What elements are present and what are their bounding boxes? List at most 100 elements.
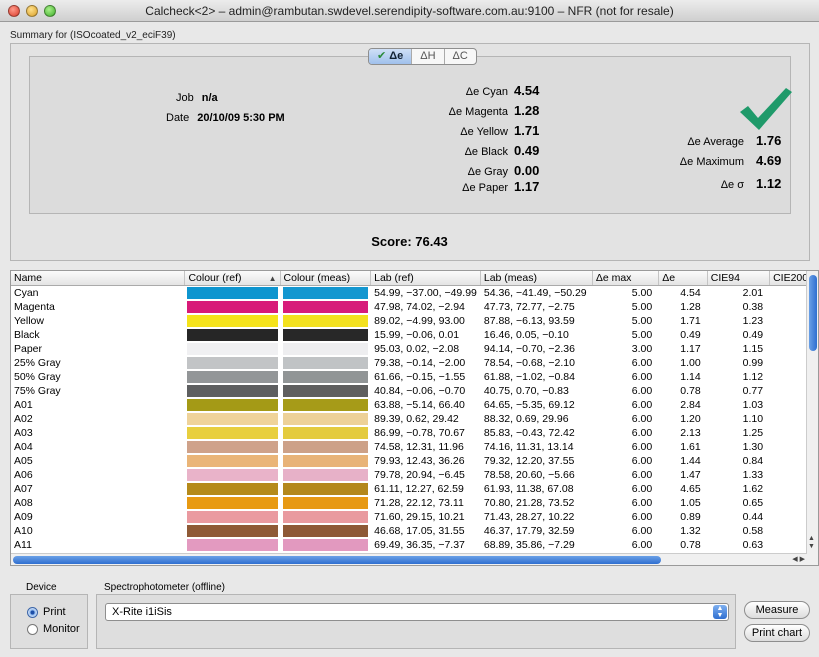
cell-de: 2.13: [680, 426, 701, 439]
measure-button[interactable]: Measure: [744, 601, 810, 619]
colour-swatch-cell: [280, 412, 371, 426]
cell-demax: 3.00: [631, 342, 653, 355]
radio-monitor[interactable]: Monitor: [27, 623, 80, 635]
radio-print[interactable]: Print: [27, 606, 66, 618]
cell-de: 1.14: [680, 370, 701, 383]
cell-lab-ref: 15.99, −0.06, 0.01: [374, 328, 460, 341]
cell-de: 4.65: [680, 482, 701, 495]
table-row[interactable]: A07 61.11, 12.27, 62.59 61.93, 11.38, 67.0…: [11, 482, 818, 496]
cell-de: 1.44: [680, 454, 701, 467]
close-window-button[interactable]: [8, 5, 20, 17]
vertical-scroll-arrows[interactable]: ▲ ▼: [808, 535, 815, 551]
horizontal-scrollbar[interactable]: ◀ ▶: [11, 553, 807, 565]
column-header[interactable]: Colour (meas): [280, 271, 372, 286]
tab-delta-c[interactable]: ΔC: [443, 49, 476, 64]
column-header[interactable]: CIE94: [707, 271, 771, 286]
colour-swatch: [282, 384, 369, 397]
cell-lab-meas: 54.36, −41.49, −50.29: [483, 286, 587, 299]
cell-name: Paper: [14, 342, 43, 355]
cell-name: A06: [14, 468, 33, 481]
horizontal-scroll-arrows[interactable]: ◀ ▶: [792, 555, 805, 563]
cell-lab-meas: 87.88, −6.13, 93.59: [483, 314, 575, 327]
cell-cie94: 1.62: [742, 482, 764, 495]
table-row[interactable]: A11 69.49, 36.35, −7.37 68.89, 35.86, −7.2…: [11, 538, 818, 552]
table-row[interactable]: Magenta 47.98, 74.02, −2.94 47.73, 72.77, …: [11, 300, 818, 314]
cell-name: A08: [14, 496, 33, 509]
cell-lab-ref: 79.78, 20.94, −6.45: [374, 468, 465, 481]
colour-swatch-cell: [185, 454, 280, 468]
table-row[interactable]: 50% Gray 61.66, −0.15, −1.55 61.88, −1.02,…: [11, 370, 818, 384]
cell-demax: 6.00: [631, 524, 653, 537]
colour-swatch-cell: [185, 384, 280, 398]
cell-cie94: 0.84: [742, 454, 764, 467]
window-controls: [8, 5, 56, 17]
column-header[interactable]: Δe: [658, 271, 708, 286]
cell-demax: 6.00: [631, 538, 653, 551]
table-row[interactable]: A06 79.78, 20.94, −6.45 78.58, 20.60, −5.6…: [11, 468, 818, 482]
sort-ascending-icon: ▲: [268, 273, 277, 283]
table-row[interactable]: A03 86.99, −0.78, 70.67 85.83, −0.43, 72.4…: [11, 426, 818, 440]
table-row[interactable]: A09 71.60, 29.15, 10.21 71.43, 28.27, 10.2…: [11, 510, 818, 524]
colour-swatch: [282, 300, 369, 313]
vertical-scrollbar[interactable]: ▲ ▼: [806, 271, 818, 565]
patch-table-grid: Name Colour (ref) ▲ Colour (meas) Lab (ref) L…: [11, 271, 818, 565]
table-row[interactable]: A01 63.88, −5.14, 66.40 64.65, −5.35, 69.1…: [11, 398, 818, 412]
colour-swatch: [282, 468, 369, 481]
colour-swatch-cell: [185, 342, 280, 356]
table-body: Cyan 54.99, −37.00, −49.99 54.36, −41.49, …: [11, 285, 818, 565]
colour-swatch-cell: [185, 538, 280, 552]
minimize-window-button[interactable]: [26, 5, 38, 17]
check-icon: ✔: [377, 50, 387, 62]
horizontal-scroll-thumb[interactable]: [13, 556, 661, 564]
table-row[interactable]: A04 74.58, 12.31, 11.96 74.16, 11.31, 13.1…: [11, 440, 818, 454]
delta-row: Δe Magenta 1.28: [448, 103, 540, 118]
print-chart-button[interactable]: Print chart: [744, 624, 810, 642]
cell-lab-meas: 78.54, −0.68, −2.10: [483, 356, 575, 369]
table-row[interactable]: Yellow 89.02, −4.99, 93.00 87.88, −6.13, 9…: [11, 314, 818, 328]
table-row[interactable]: Cyan 54.99, −37.00, −49.99 54.36, −41.49, …: [11, 285, 818, 300]
cell-cie94: 1.33: [742, 468, 764, 481]
cell-de: 1.00: [680, 356, 701, 369]
cell-lab-meas: 79.32, 12.20, 37.55: [483, 454, 575, 467]
summary-label: Summary for (ISOcoated_v2_eciF39): [10, 30, 176, 41]
cell-lab-ref: 63.88, −5.14, 66.40: [374, 398, 465, 411]
cell-lab-ref: 61.66, −0.15, −1.55: [374, 370, 466, 383]
cell-name: Black: [14, 328, 40, 341]
date-value: 20/10/09 5:30 PM: [197, 112, 285, 124]
patch-table[interactable]: Name Colour (ref) ▲ Colour (meas) Lab (ref) L…: [10, 270, 819, 566]
table-row[interactable]: A05 79.93, 12.43, 36.26 79.32, 12.20, 37.5…: [11, 454, 818, 468]
tab-delta-h[interactable]: ΔH: [411, 49, 443, 64]
table-row[interactable]: 75% Gray 40.84, −0.06, −0.70 40.75, 0.70, …: [11, 384, 818, 398]
colour-swatch: [282, 426, 369, 439]
colour-swatch: [282, 496, 369, 509]
cell-de: 0.78: [680, 384, 701, 397]
colour-swatch: [282, 398, 369, 411]
zoom-window-button[interactable]: [44, 5, 56, 17]
column-header[interactable]: Lab (meas): [480, 271, 593, 286]
column-header[interactable]: Colour (ref) ▲: [184, 271, 281, 286]
colour-swatch-cell: [185, 328, 280, 342]
cell-lab-ref: 47.98, 74.02, −2.94: [374, 300, 465, 313]
table-row[interactable]: A10 46.68, 17.05, 31.55 46.37, 17.79, 32.5…: [11, 524, 818, 538]
table-row[interactable]: 25% Gray 79.38, −0.14, −2.00 78.54, −0.68,…: [11, 356, 818, 370]
column-header[interactable]: Name: [11, 271, 186, 286]
table-row[interactable]: Paper 95.03, 0.02, −2.08 94.14, −0.70, −2.…: [11, 342, 818, 356]
vertical-scroll-thumb[interactable]: [809, 275, 817, 351]
cell-demax: 6.00: [631, 440, 653, 453]
colour-swatch-cell: [185, 300, 280, 314]
column-header[interactable]: Lab (ref): [370, 271, 481, 286]
cell-demax: 6.00: [631, 356, 653, 369]
cell-lab-ref: 89.02, −4.99, 93.00: [374, 314, 465, 327]
tab-delta-e[interactable]: ✔ Δe: [369, 49, 412, 64]
delta-row: Δe Cyan 4.54: [465, 83, 540, 98]
spectro-select[interactable]: X-Rite i1iSis ▲ ▼: [105, 603, 729, 621]
table-row[interactable]: A02 89.39, 0.62, 29.42 88.32, 0.69, 29.96 6…: [11, 412, 818, 426]
colour-swatch: [187, 524, 278, 537]
table-row[interactable]: A08 71.28, 22.12, 73.11 70.80, 21.28, 73.5…: [11, 496, 818, 510]
table-row[interactable]: Black 15.99, −0.06, 0.01 16.46, 0.05, −0.1…: [11, 328, 818, 342]
colour-swatch: [187, 342, 278, 355]
cell-de: 1.05: [680, 496, 701, 509]
colour-swatch-cell: [185, 524, 280, 538]
cell-demax: 5.00: [631, 300, 653, 313]
column-header[interactable]: Δe max: [592, 271, 660, 286]
